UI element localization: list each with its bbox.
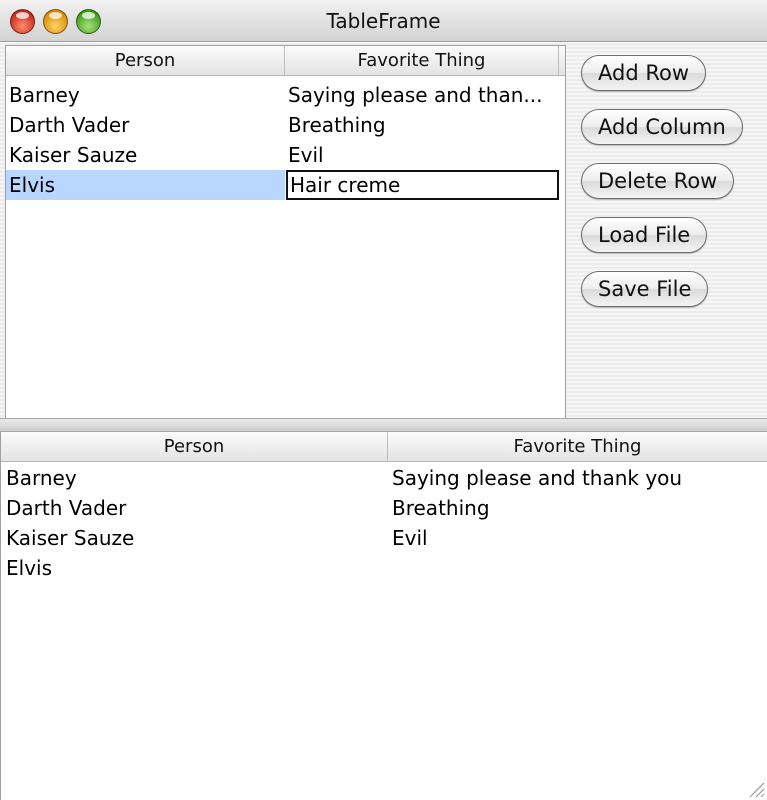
top-cell-favorite-thing[interactable]: Breathing bbox=[285, 110, 559, 140]
load-file-button[interactable]: Load File bbox=[581, 217, 708, 253]
bottom-cell-person[interactable]: Kaiser Sauze bbox=[3, 523, 388, 553]
bottom-table-row[interactable]: Kaiser Sauze Evil bbox=[1, 523, 767, 553]
add-row-button[interactable]: Add Row bbox=[581, 55, 707, 91]
top-table-row[interactable]: Darth Vader Breathing bbox=[6, 110, 565, 140]
top-table-row[interactable]: Barney Saying please and than... bbox=[6, 80, 565, 110]
delete-row-button[interactable]: Delete Row bbox=[581, 163, 735, 199]
bottom-cell-favorite-thing[interactable]: Evil bbox=[389, 523, 767, 553]
add-column-button[interactable]: Add Column bbox=[581, 109, 743, 145]
bottom-column-header-person[interactable]: Person bbox=[1, 432, 388, 462]
top-table-row[interactable]: Kaiser Sauze Evil bbox=[6, 140, 565, 170]
bottom-cell-favorite-thing[interactable]: Breathing bbox=[389, 493, 767, 523]
app-window: TableFrame Person Favorite Thing Barney … bbox=[0, 0, 767, 800]
top-table[interactable]: Person Favorite Thing Barney Saying plea… bbox=[5, 45, 566, 419]
upper-pane: Person Favorite Thing Barney Saying plea… bbox=[0, 43, 767, 428]
top-column-header-favorite-thing[interactable]: Favorite Thing bbox=[285, 46, 559, 76]
save-file-button[interactable]: Save File bbox=[581, 271, 709, 307]
bottom-cell-favorite-thing[interactable]: Saying please and thank you bbox=[389, 463, 767, 493]
bottom-cell-person[interactable]: Darth Vader bbox=[3, 493, 388, 523]
top-cell-person[interactable]: Darth Vader bbox=[6, 110, 285, 140]
top-cell-person[interactable]: Elvis bbox=[6, 170, 285, 200]
bottom-table-header: Person Favorite Thing bbox=[1, 432, 767, 462]
top-cell-favorite-thing[interactable]: Saying please and than... bbox=[285, 80, 559, 110]
top-table-header: Person Favorite Thing bbox=[6, 46, 565, 76]
bottom-table-row[interactable]: Barney Saying please and thank you bbox=[1, 463, 767, 493]
bottom-table-row[interactable]: Darth Vader Breathing bbox=[1, 493, 767, 523]
resize-grip-icon[interactable] bbox=[745, 778, 765, 798]
top-cell-editor[interactable] bbox=[286, 170, 559, 200]
top-column-header-person[interactable]: Person bbox=[6, 46, 285, 76]
split-pane-divider[interactable] bbox=[0, 418, 767, 432]
title-bar[interactable]: TableFrame bbox=[0, 0, 767, 42]
top-cell-person[interactable]: Kaiser Sauze bbox=[6, 140, 285, 170]
bottom-cell-favorite-thing[interactable] bbox=[389, 553, 767, 583]
bottom-cell-person[interactable]: Elvis bbox=[3, 553, 388, 583]
bottom-column-header-favorite-thing[interactable]: Favorite Thing bbox=[388, 432, 767, 462]
top-cell-favorite-thing[interactable]: Evil bbox=[285, 140, 559, 170]
bottom-table[interactable]: Person Favorite Thing Barney Saying plea… bbox=[0, 432, 767, 800]
window-title: TableFrame bbox=[326, 9, 441, 33]
bottom-cell-person[interactable]: Barney bbox=[3, 463, 388, 493]
top-table-row-selected[interactable]: Elvis bbox=[6, 170, 565, 200]
top-cell-person[interactable]: Barney bbox=[6, 80, 285, 110]
bottom-table-row[interactable]: Elvis bbox=[1, 553, 767, 583]
